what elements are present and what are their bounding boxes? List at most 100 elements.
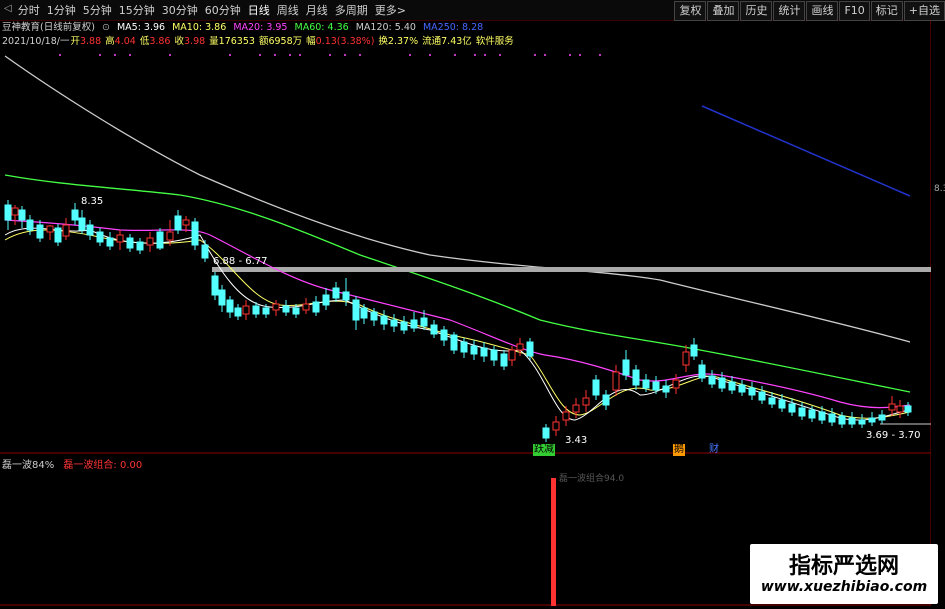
high-label: 高 <box>105 36 115 47</box>
high-value: 4.04 <box>114 36 136 47</box>
ma-legend: 豆神教育(日线前复权) ⊙ MA5: 3.96 MA10: 3.86 MA20:… <box>2 22 487 34</box>
ma60-line <box>4 174 911 393</box>
ma10-label: MA10: 3.86 <box>172 22 227 33</box>
add-watchlist-button[interactable]: +自选 <box>903 1 945 21</box>
mark-button[interactable]: 标记 <box>870 1 903 21</box>
tab-period-daily[interactable]: 日线 <box>245 2 273 19</box>
adjust-button[interactable]: 复权 <box>674 1 707 21</box>
tab-period[interactable]: 5分钟 <box>80 2 115 19</box>
signal-dot <box>229 54 231 56</box>
history-button[interactable]: 历史 <box>740 1 773 21</box>
candle-body <box>738 384 746 393</box>
indicator-name[interactable]: 豆神教育(日线前复权) <box>2 22 95 33</box>
candle-body <box>758 391 766 401</box>
candle-body <box>748 387 756 396</box>
event-tag[interactable]: 跃减 <box>533 444 555 456</box>
tab-period[interactable]: 多周期 <box>332 2 371 19</box>
signal-dot <box>499 54 501 56</box>
candle-body <box>818 411 826 421</box>
candle-body <box>440 329 448 341</box>
tab-period[interactable]: 月线 <box>303 2 331 19</box>
resistance-line <box>212 267 931 272</box>
candle-body <box>718 377 726 389</box>
candle-body <box>252 305 260 315</box>
axis-price-label: 8.3 <box>934 184 945 194</box>
candle-body <box>858 419 866 425</box>
candle-body <box>211 275 219 296</box>
candle-body <box>662 385 670 393</box>
float-value: 7.43亿 <box>441 36 472 47</box>
candle-body <box>878 414 886 421</box>
signal-dot <box>409 54 411 56</box>
stats-button[interactable]: 统计 <box>773 1 806 21</box>
signal-dot <box>474 54 476 56</box>
candle-body <box>146 237 154 246</box>
change-label: 幅 <box>306 36 316 47</box>
candle-body <box>126 237 134 249</box>
candle-body <box>592 379 600 396</box>
candle-body <box>166 231 174 241</box>
candle-body <box>78 217 86 231</box>
watermark-url: www.xuezhibiao.com <box>760 579 928 595</box>
tab-period[interactable]: 分时 <box>15 2 43 19</box>
candle-body <box>96 231 104 243</box>
candle-body <box>652 381 660 391</box>
tab-more[interactable]: 更多> <box>372 2 409 19</box>
tab-period[interactable]: 30分钟 <box>159 2 201 19</box>
candle-body <box>516 343 524 351</box>
ma5-line <box>4 227 911 421</box>
sub-indicator-name[interactable]: 磊一波84% <box>2 460 54 471</box>
candle-body <box>302 303 310 311</box>
back-arrow-icon[interactable]: ◁ <box>2 2 14 19</box>
candle-body <box>808 409 816 419</box>
event-tag[interactable]: 财 <box>708 444 720 456</box>
candle-body <box>888 403 896 411</box>
signal-dot <box>114 54 116 56</box>
draw-line-button[interactable]: 画线 <box>806 1 839 21</box>
candle-body <box>450 334 458 351</box>
signal-dot <box>484 54 486 56</box>
overlay-button[interactable]: 叠加 <box>707 1 740 21</box>
sub-indicator-formula: 磊一波组合: 0.00 <box>63 460 143 471</box>
signal-dot <box>569 54 571 56</box>
candle-body <box>62 224 70 237</box>
candle-body <box>430 324 438 335</box>
low-price-label: 3.43 <box>565 435 588 446</box>
event-tag[interactable]: 鹅 <box>673 444 685 456</box>
watermark-title: 指标严选网 <box>788 554 899 579</box>
volume-label: 量 <box>209 36 219 47</box>
quote-date: 2021/10/18/一 <box>2 36 70 47</box>
signal-dot <box>274 54 276 56</box>
candle-body <box>182 219 190 226</box>
candle-body <box>642 379 650 389</box>
candle-body <box>282 305 290 313</box>
signal-dot <box>169 54 171 56</box>
candle-body <box>242 305 250 315</box>
tab-period[interactable]: 1分钟 <box>44 2 79 19</box>
settings-icon[interactable]: ⊙ <box>102 22 110 33</box>
candle-body <box>526 341 534 357</box>
candle-body <box>36 224 44 239</box>
candle-body <box>86 224 94 236</box>
signal-dot <box>289 54 291 56</box>
candle-body <box>562 411 570 421</box>
tab-period[interactable]: 周线 <box>274 2 302 19</box>
tab-period[interactable]: 15分钟 <box>116 2 158 19</box>
candle-body <box>116 234 124 243</box>
kline-chart[interactable] <box>0 20 931 606</box>
ma60-label: MA60: 4.36 <box>294 22 349 33</box>
ma250-label: MA250: 8.28 <box>422 22 484 33</box>
signal-dot <box>534 54 536 56</box>
tab-period[interactable]: 60分钟 <box>202 2 244 19</box>
candle-body <box>848 417 856 425</box>
signal-dot <box>344 54 346 56</box>
signal-dot <box>579 54 581 56</box>
candle-body <box>828 413 836 423</box>
candle-body <box>201 244 209 259</box>
candle-body <box>778 399 786 409</box>
candle-body <box>360 307 368 319</box>
candle-body <box>552 421 560 431</box>
candle-body <box>500 353 508 367</box>
candle-body <box>410 319 418 329</box>
f10-button[interactable]: F10 <box>839 1 870 21</box>
